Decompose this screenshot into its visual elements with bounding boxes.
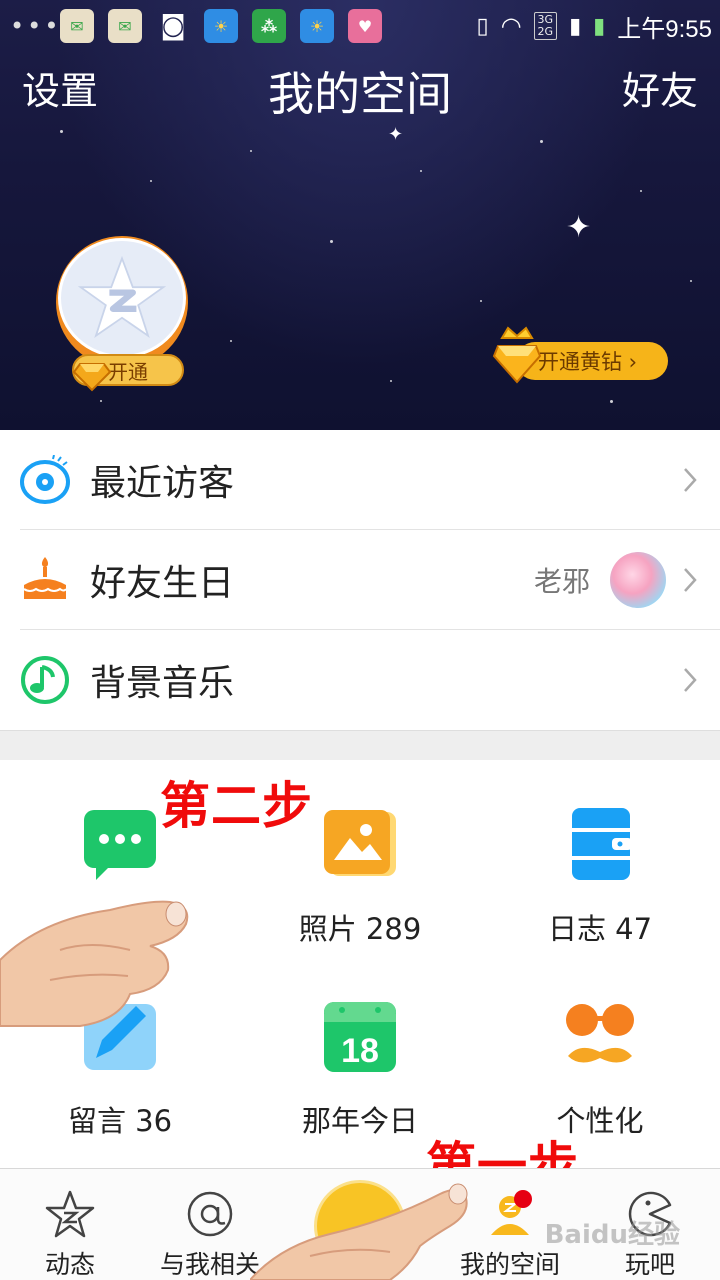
chevron-right-icon xyxy=(684,568,697,592)
diary-icon xyxy=(572,808,632,880)
page-title: 我的空间 xyxy=(268,67,452,121)
star xyxy=(690,280,692,282)
share-app-icon: ⁂ xyxy=(252,9,286,43)
photo-icon xyxy=(324,810,396,876)
section-gap xyxy=(0,730,720,760)
more-notifications-icon: ••• xyxy=(10,12,62,40)
star xyxy=(540,140,543,143)
notification-dot xyxy=(514,1190,532,1208)
star xyxy=(480,300,482,302)
yellow-diamond-label: 开通黄钻 › xyxy=(538,350,638,374)
star xyxy=(150,180,152,182)
status-bar: ••• ✉ ✉ ◙ ☀ ⁂ ☀ ♥ ▯ ◠ 3G 2G ▮ ▮ 上午9:55 xyxy=(0,0,720,52)
pointing-hand-icon xyxy=(250,1183,468,1280)
app-notification-icon: ✉ xyxy=(108,9,142,43)
wifi-icon: ◠ xyxy=(500,12,522,40)
open-yellow-diamond-button[interactable]: 开通黄钻 › xyxy=(492,322,672,384)
grid-personalize[interactable]: 个性化 xyxy=(480,998,720,1140)
star xyxy=(640,190,642,192)
recent-visitors-label: 最近访客 xyxy=(90,463,235,504)
qzone-star-icon xyxy=(77,255,167,339)
music-note-icon xyxy=(21,656,69,704)
tab-feed[interactable]: 动态 xyxy=(20,1169,120,1280)
pointing-hand-icon xyxy=(0,900,189,1027)
at-sign-icon xyxy=(187,1191,233,1237)
messages-label: 留言 36 xyxy=(67,1104,173,1138)
recent-visitors-row[interactable]: 最近访客 xyxy=(0,430,720,530)
space-header: ✦ ✦ ✦ ••• ✉ ✉ ◙ ☀ ⁂ ☀ ♥ ▯ ◠ 3G 2G ▮ ▮ 上午… xyxy=(0,0,720,430)
battery-icon: ▮ xyxy=(593,13,606,39)
open-vip-label: 开通 xyxy=(108,359,148,384)
feature-list: 最近访客 好友生日 老邪 背景音乐 xyxy=(0,430,720,730)
background-music-label: 背景音乐 xyxy=(90,663,235,704)
chat-bubble-icon xyxy=(84,810,156,880)
birthday-friend-name: 老邪 xyxy=(533,565,590,598)
star-icon xyxy=(45,1190,95,1238)
watermark: Baidu经验 xyxy=(544,1220,680,1250)
photos-label: 照片 289 xyxy=(298,912,422,946)
user-avatar[interactable]: 开通 xyxy=(56,236,188,392)
calendar-icon: 18 xyxy=(324,1002,396,1072)
star xyxy=(390,380,392,382)
eye-icon xyxy=(20,455,70,504)
diary-label: 日志 47 xyxy=(547,912,653,946)
photo-app-icon: ♥ xyxy=(348,9,382,43)
clock: 上午9:55 xyxy=(617,15,712,43)
vibrate-icon: ▯ xyxy=(476,13,489,39)
step-two-annotation: 第二步 xyxy=(160,777,313,835)
calendar-day: 18 xyxy=(341,1032,379,1070)
app-notification-icon: ✉ xyxy=(60,9,94,43)
star xyxy=(60,130,63,133)
sim-alert-icon: ▮ xyxy=(569,13,582,39)
friend-birthday-row[interactable]: 好友生日 老邪 xyxy=(0,530,720,630)
weather-icon: ☀ xyxy=(204,9,238,43)
friend-avatar xyxy=(610,552,666,608)
friend-birthday-label: 好友生日 xyxy=(90,563,235,604)
sparkle-icon: ✦ xyxy=(566,210,592,245)
network-indicator: 3G 2G xyxy=(533,12,558,40)
tab-feed-label: 动态 xyxy=(44,1250,95,1279)
star xyxy=(610,400,613,403)
glasses-mustache-icon xyxy=(566,1004,634,1063)
screenshot-icon: ◙ xyxy=(160,11,186,41)
weather-icon: ☀ xyxy=(300,9,334,43)
crown-diamond-icon xyxy=(492,326,542,384)
birthday-cake-icon xyxy=(23,557,67,599)
chevron-right-icon xyxy=(684,468,697,492)
star xyxy=(250,150,252,152)
star xyxy=(230,340,232,342)
star xyxy=(100,400,102,402)
star xyxy=(330,240,333,243)
sparkle-icon: ✦ xyxy=(388,124,404,145)
status-right: ▯ ◠ 3G 2G ▮ ▮ 上午9:55 xyxy=(476,0,712,52)
network-2g: 2G xyxy=(537,25,554,38)
open-vip-badge[interactable]: 开通 xyxy=(72,354,184,392)
friends-button[interactable]: 好友 xyxy=(622,60,698,115)
grid-memories[interactable]: 18 那年今日 xyxy=(240,998,480,1140)
avatar xyxy=(58,238,186,358)
chevron-right-icon xyxy=(684,668,697,692)
grid-diary[interactable]: 日志 47 xyxy=(480,806,720,948)
background-music-row[interactable]: 背景音乐 xyxy=(0,630,720,730)
diamond-icon xyxy=(72,363,112,392)
star xyxy=(420,170,422,172)
